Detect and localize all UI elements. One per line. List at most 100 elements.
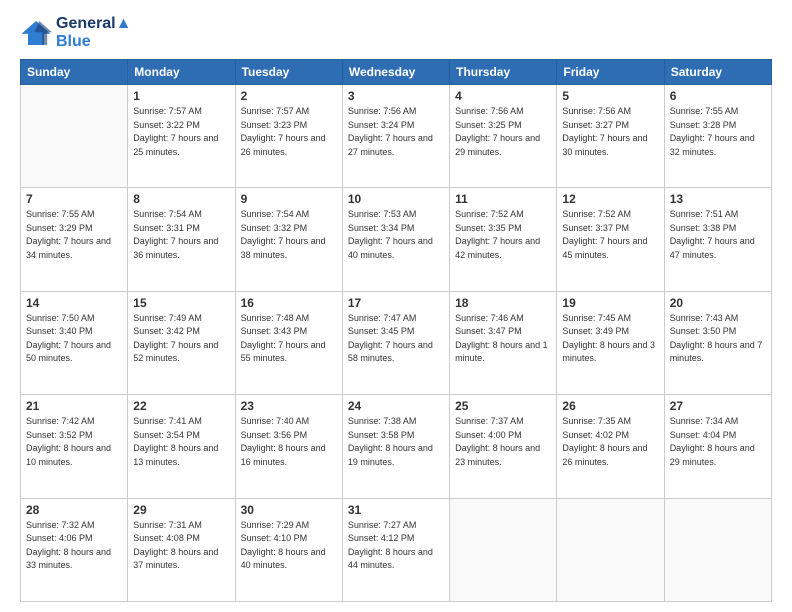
calendar-cell: 1 Sunrise: 7:57 AMSunset: 3:22 PMDaylight…	[128, 85, 235, 188]
calendar-cell: 3 Sunrise: 7:56 AMSunset: 3:24 PMDaylight…	[342, 85, 449, 188]
day-number: 2	[241, 89, 337, 103]
day-info: Sunrise: 7:37 AMSunset: 4:00 PMDaylight:…	[455, 415, 551, 469]
weekday-header-sunday: Sunday	[21, 60, 128, 85]
day-info: Sunrise: 7:46 AMSunset: 3:47 PMDaylight:…	[455, 312, 551, 366]
weekday-header-friday: Friday	[557, 60, 664, 85]
header: General▲ Blue	[20, 15, 772, 51]
week-row-4: 21Sunrise: 7:42 AMSunset: 3:52 PMDayligh…	[21, 395, 772, 498]
day-info: Sunrise: 7:40 AMSunset: 3:56 PMDaylight:…	[241, 415, 337, 469]
week-row-1: 1 Sunrise: 7:57 AMSunset: 3:22 PMDaylight…	[21, 85, 772, 188]
day-number: 27	[670, 399, 766, 413]
day-number: 5	[562, 89, 658, 103]
day-number: 28	[26, 503, 122, 517]
calendar-cell: 26 Sunrise: 7:35 AMSunset: 4:02 PMDayligh…	[557, 395, 664, 498]
calendar-cell: 10 Sunrise: 7:53 AMSunset: 3:34 PMDayligh…	[342, 188, 449, 291]
day-number: 6	[670, 89, 766, 103]
calendar-cell: 4 Sunrise: 7:56 AMSunset: 3:25 PMDaylight…	[450, 85, 557, 188]
day-number: 26	[562, 399, 658, 413]
calendar-cell: 17 Sunrise: 7:47 AMSunset: 3:45 PMDayligh…	[342, 291, 449, 394]
day-info: Sunrise: 7:52 AMSunset: 3:35 PMDaylight:…	[455, 208, 551, 262]
day-info: Sunrise: 7:49 AMSunset: 3:42 PMDaylight:…	[133, 312, 229, 366]
day-number: 3	[348, 89, 444, 103]
day-info: Sunrise: 7:41 AMSunset: 3:54 PMDaylight:…	[133, 415, 229, 469]
day-info: Sunrise: 7:34 AMSunset: 4:04 PMDaylight:…	[670, 415, 766, 469]
page: General▲ Blue SundayMondayTuesdayWednesd…	[0, 0, 792, 612]
day-number: 20	[670, 296, 766, 310]
day-info: Sunrise: 7:38 AMSunset: 3:58 PMDaylight:…	[348, 415, 444, 469]
calendar-cell: 30Sunrise: 7:29 AMSunset: 4:10 PMDayligh…	[235, 498, 342, 601]
day-info: Sunrise: 7:45 AMSunset: 3:49 PMDaylight:…	[562, 312, 658, 366]
calendar-cell	[21, 85, 128, 188]
day-number: 10	[348, 192, 444, 206]
day-info: Sunrise: 7:52 AMSunset: 3:37 PMDaylight:…	[562, 208, 658, 262]
day-info: Sunrise: 7:56 AMSunset: 3:27 PMDaylight:…	[562, 105, 658, 159]
calendar-cell: 20 Sunrise: 7:43 AMSunset: 3:50 PMDayligh…	[664, 291, 771, 394]
logo-text: General▲ Blue	[56, 15, 131, 51]
day-info: Sunrise: 7:35 AMSunset: 4:02 PMDaylight:…	[562, 415, 658, 469]
day-number: 4	[455, 89, 551, 103]
day-info: Sunrise: 7:57 AMSunset: 3:23 PMDaylight:…	[241, 105, 337, 159]
day-number: 9	[241, 192, 337, 206]
day-info: Sunrise: 7:55 AMSunset: 3:28 PMDaylight:…	[670, 105, 766, 159]
day-number: 31	[348, 503, 444, 517]
week-row-5: 28 Sunrise: 7:32 AMSunset: 4:06 PMDayligh…	[21, 498, 772, 601]
day-number: 1	[133, 89, 229, 103]
day-number: 24	[348, 399, 444, 413]
calendar-cell: 9 Sunrise: 7:54 AMSunset: 3:32 PMDaylight…	[235, 188, 342, 291]
calendar-cell: 19 Sunrise: 7:45 AMSunset: 3:49 PMDayligh…	[557, 291, 664, 394]
day-number: 14	[26, 296, 122, 310]
day-info: Sunrise: 7:43 AMSunset: 3:50 PMDaylight:…	[670, 312, 766, 366]
day-info: Sunrise: 7:56 AMSunset: 3:24 PMDaylight:…	[348, 105, 444, 159]
logo-icon	[20, 19, 52, 47]
day-number: 18	[455, 296, 551, 310]
calendar-cell: 15Sunrise: 7:49 AMSunset: 3:42 PMDayligh…	[128, 291, 235, 394]
weekday-header-wednesday: Wednesday	[342, 60, 449, 85]
calendar-cell: 7Sunrise: 7:55 AMSunset: 3:29 PMDaylight…	[21, 188, 128, 291]
day-number: 21	[26, 399, 122, 413]
week-row-2: 7Sunrise: 7:55 AMSunset: 3:29 PMDaylight…	[21, 188, 772, 291]
day-info: Sunrise: 7:51 AMSunset: 3:38 PMDaylight:…	[670, 208, 766, 262]
calendar-table: SundayMondayTuesdayWednesdayThursdayFrid…	[20, 59, 772, 602]
calendar-cell: 28 Sunrise: 7:32 AMSunset: 4:06 PMDayligh…	[21, 498, 128, 601]
day-info: Sunrise: 7:54 AMSunset: 3:31 PMDaylight:…	[133, 208, 229, 262]
calendar-cell: 12 Sunrise: 7:52 AMSunset: 3:37 PMDayligh…	[557, 188, 664, 291]
day-info: Sunrise: 7:56 AMSunset: 3:25 PMDaylight:…	[455, 105, 551, 159]
calendar-cell: 31 Sunrise: 7:27 AMSunset: 4:12 PMDayligh…	[342, 498, 449, 601]
day-info: Sunrise: 7:47 AMSunset: 3:45 PMDaylight:…	[348, 312, 444, 366]
day-info: Sunrise: 7:48 AMSunset: 3:43 PMDaylight:…	[241, 312, 337, 366]
day-info: Sunrise: 7:53 AMSunset: 3:34 PMDaylight:…	[348, 208, 444, 262]
day-number: 23	[241, 399, 337, 413]
calendar-cell: 21Sunrise: 7:42 AMSunset: 3:52 PMDayligh…	[21, 395, 128, 498]
calendar-cell: 29 Sunrise: 7:31 AMSunset: 4:08 PMDayligh…	[128, 498, 235, 601]
day-info: Sunrise: 7:32 AMSunset: 4:06 PMDaylight:…	[26, 519, 122, 573]
day-info: Sunrise: 7:54 AMSunset: 3:32 PMDaylight:…	[241, 208, 337, 262]
calendar-cell: 13Sunrise: 7:51 AMSunset: 3:38 PMDayligh…	[664, 188, 771, 291]
calendar-cell: 16 Sunrise: 7:48 AMSunset: 3:43 PMDayligh…	[235, 291, 342, 394]
day-info: Sunrise: 7:27 AMSunset: 4:12 PMDaylight:…	[348, 519, 444, 573]
day-info: Sunrise: 7:57 AMSunset: 3:22 PMDaylight:…	[133, 105, 229, 159]
calendar-cell	[557, 498, 664, 601]
day-number: 29	[133, 503, 229, 517]
calendar-cell: 18 Sunrise: 7:46 AMSunset: 3:47 PMDayligh…	[450, 291, 557, 394]
day-number: 30	[241, 503, 337, 517]
day-number: 19	[562, 296, 658, 310]
day-number: 25	[455, 399, 551, 413]
calendar-cell	[664, 498, 771, 601]
calendar-cell: 25 Sunrise: 7:37 AMSunset: 4:00 PMDayligh…	[450, 395, 557, 498]
day-info: Sunrise: 7:31 AMSunset: 4:08 PMDaylight:…	[133, 519, 229, 573]
weekday-header-tuesday: Tuesday	[235, 60, 342, 85]
calendar-cell: 6 Sunrise: 7:55 AMSunset: 3:28 PMDaylight…	[664, 85, 771, 188]
day-number: 7	[26, 192, 122, 206]
day-number: 17	[348, 296, 444, 310]
calendar-cell: 27 Sunrise: 7:34 AMSunset: 4:04 PMDayligh…	[664, 395, 771, 498]
calendar-cell: 8Sunrise: 7:54 AMSunset: 3:31 PMDaylight…	[128, 188, 235, 291]
logo: General▲ Blue	[20, 15, 131, 51]
calendar-cell: 5 Sunrise: 7:56 AMSunset: 3:27 PMDaylight…	[557, 85, 664, 188]
weekday-header-thursday: Thursday	[450, 60, 557, 85]
day-number: 16	[241, 296, 337, 310]
calendar-cell: 24 Sunrise: 7:38 AMSunset: 3:58 PMDayligh…	[342, 395, 449, 498]
day-info: Sunrise: 7:50 AMSunset: 3:40 PMDaylight:…	[26, 312, 122, 366]
calendar-cell: 2 Sunrise: 7:57 AMSunset: 3:23 PMDaylight…	[235, 85, 342, 188]
day-number: 12	[562, 192, 658, 206]
calendar-cell	[450, 498, 557, 601]
